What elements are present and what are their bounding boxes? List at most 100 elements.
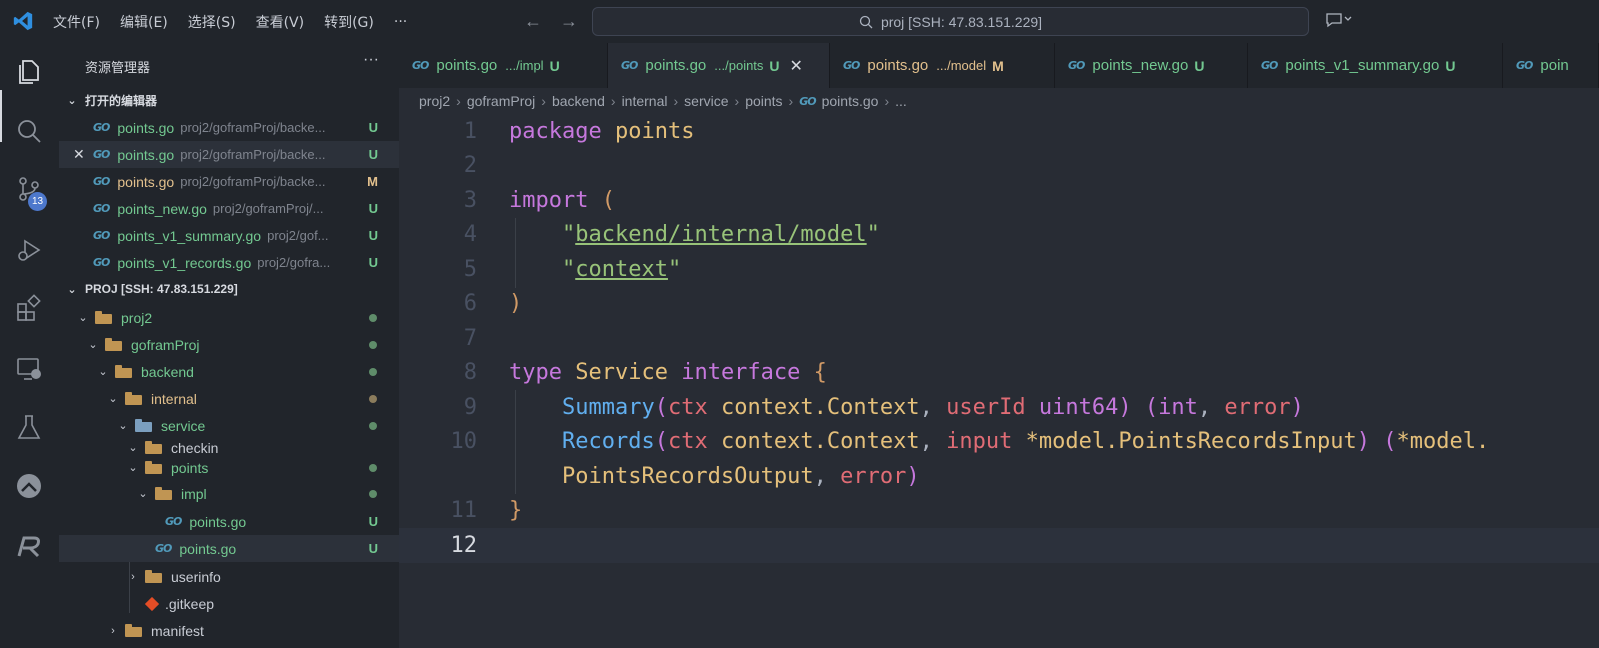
menu-edit[interactable]: 编辑(E) [120, 12, 168, 32]
git-dot [369, 367, 377, 376]
go-file-icon: GO [799, 94, 816, 108]
tree-label: points.go [179, 540, 237, 557]
chevron-down-icon: ⌄ [98, 366, 108, 378]
open-editor-item[interactable]: GO points.go proj2/goframProj/backe... M [59, 168, 399, 195]
go-file-icon: GO [412, 59, 429, 72]
code-token: } [509, 498, 523, 524]
line-number: 11 [450, 498, 478, 524]
gitlens-icon[interactable] [14, 471, 44, 501]
go-file-icon: GO [155, 542, 172, 555]
menu-go[interactable]: 转到(G) [324, 12, 374, 32]
menu-file[interactable]: 文件(F) [53, 12, 100, 32]
tree-folder-manifest[interactable]: › manifest [59, 617, 399, 644]
tree-file-points-go[interactable]: GO points.go U [59, 535, 399, 562]
open-editor-item-active[interactable]: ✕ GO points.go proj2/goframProj/backe...… [59, 141, 399, 168]
explorer-icon[interactable] [14, 57, 44, 87]
chevron-right-icon: › [541, 93, 546, 109]
tab-status: U [1194, 57, 1205, 74]
tree-folder-internal[interactable]: ⌄ internal [59, 385, 399, 412]
nav-arrows: ← → [524, 11, 578, 32]
breadcrumb-item[interactable]: backend [552, 93, 605, 109]
open-editor-item[interactable]: GO points.go proj2/goframProj/backe... U [59, 114, 399, 141]
search-icon [859, 15, 873, 28]
tree-folder-impl[interactable]: ⌄ impl [59, 480, 399, 507]
breadcrumb-item[interactable]: points.go [822, 93, 879, 109]
breadcrumb-item[interactable]: ... [895, 93, 907, 109]
folder-icon [145, 570, 163, 583]
code-token[interactable]: context [575, 257, 668, 282]
git-dot [369, 463, 377, 472]
breadcrumb-item[interactable]: points [745, 93, 782, 109]
folder-open-icon [95, 311, 113, 324]
chevron-right-icon: › [673, 93, 679, 109]
breadcrumb-item[interactable]: service [684, 93, 728, 109]
chevron-right-icon: › [788, 93, 794, 109]
vscode-logo-icon[interactable] [12, 10, 34, 32]
tab-overflow[interactable]: GO poin [1503, 43, 1599, 88]
go-file-icon: GO [93, 148, 110, 161]
breadcrumb-item[interactable]: goframProj [467, 93, 535, 109]
chevron-down-icon: ⌄ [128, 462, 138, 474]
open-editor-path: proj2/goframProj/backe... [180, 174, 326, 189]
breadcrumb-item[interactable]: internal [622, 93, 668, 109]
git-status: U [368, 147, 378, 162]
code-line: 7 [399, 321, 1599, 356]
code-line: 10 Records(ctx context.Context, input *m… [399, 425, 1599, 460]
back-arrow-icon[interactable]: ← [524, 11, 542, 32]
tab-points-v1-summary[interactable]: GO points_v1_summary.go U [1248, 43, 1503, 88]
tree-folder-goframproj[interactable]: ⌄ goframProj [59, 331, 399, 358]
tree-file-gitkeep[interactable]: .gitkeep [59, 590, 399, 617]
open-editor-name: points_v1_summary.go [117, 227, 262, 244]
tree-folder-proj2[interactable]: ⌄ proj2 [59, 304, 399, 331]
code-editor[interactable]: 1 package points 2 3 import ( 4 "backend… [399, 114, 1599, 648]
code-token: context.Context [720, 394, 920, 420]
chevron-down-icon: ⌄ [78, 312, 88, 324]
chevron-right-icon: › [111, 624, 115, 637]
extensions-icon[interactable] [14, 293, 44, 323]
tree-folder-userinfo[interactable]: › userinfo [59, 563, 399, 590]
tree-folder-points[interactable]: ⌄ points [59, 454, 399, 481]
menu-selection[interactable]: 选择(S) [188, 12, 236, 32]
tab-points-impl[interactable]: GO points.go .../impl U [399, 43, 608, 88]
project-header[interactable]: ⌄ PROJ [SSH: 47.83.151.229] [59, 276, 399, 302]
open-editor-name: points_new.go [117, 200, 207, 217]
more-actions-icon[interactable]: ··· [363, 51, 379, 69]
search-sidebar-icon[interactable] [14, 116, 44, 146]
go-file-icon: GO [621, 59, 638, 72]
line-number: 7 [463, 325, 477, 351]
menu-more[interactable]: ··· [394, 14, 407, 30]
tab-points-points[interactable]: GO points.go .../points U ✕ [608, 43, 830, 88]
command-center-search[interactable]: proj [SSH: 47.83.151.229] [592, 7, 1309, 36]
remote-explorer-icon[interactable] [14, 354, 44, 384]
tree-label: userinfo [171, 568, 221, 585]
tree-file-impl-points-go[interactable]: GO points.go U [59, 508, 399, 535]
line-number: 2 [463, 153, 477, 179]
chevron-down-icon: ⌄ [118, 420, 128, 432]
chevron-down-icon: ⌄ [88, 339, 98, 351]
tab-points-model[interactable]: GO points.go .../model M [830, 43, 1055, 88]
extension-r-icon[interactable] [14, 531, 44, 561]
open-editor-item[interactable]: GO points_v1_records.go proj2/gofra... U [59, 249, 399, 276]
forward-arrow-icon[interactable]: → [560, 11, 578, 32]
run-debug-icon[interactable] [14, 235, 44, 265]
git-status: U [368, 255, 378, 270]
testing-icon[interactable] [14, 412, 44, 442]
menu-view[interactable]: 查看(V) [256, 12, 305, 32]
breadcrumb-item[interactable]: proj2 [419, 93, 450, 109]
tab-close-icon[interactable]: ✕ [790, 56, 803, 76]
code-token[interactable]: backend/internal/model [575, 222, 866, 247]
code-token: interface [681, 360, 801, 386]
open-editor-item[interactable]: GO points_new.go proj2/goframProj/... U [59, 195, 399, 222]
tab-points-new[interactable]: GO points_new.go U [1055, 43, 1248, 88]
code-token: ) [509, 291, 523, 317]
open-editor-item[interactable]: GO points_v1_summary.go proj2/gof... U [59, 222, 399, 249]
open-editors-header[interactable]: ⌄ 打开的编辑器 [59, 87, 399, 113]
tree-label: internal [151, 390, 197, 407]
line-number: 1 [463, 118, 477, 144]
tree-folder-backend[interactable]: ⌄ backend [59, 358, 399, 385]
open-editor-path: proj2/goframProj/backe... [180, 120, 326, 135]
copilot-chat-icon[interactable] [1325, 11, 1355, 34]
close-icon[interactable]: ✕ [73, 146, 85, 163]
tab-label: poin [1540, 57, 1569, 74]
tab-path: .../points [714, 58, 764, 73]
